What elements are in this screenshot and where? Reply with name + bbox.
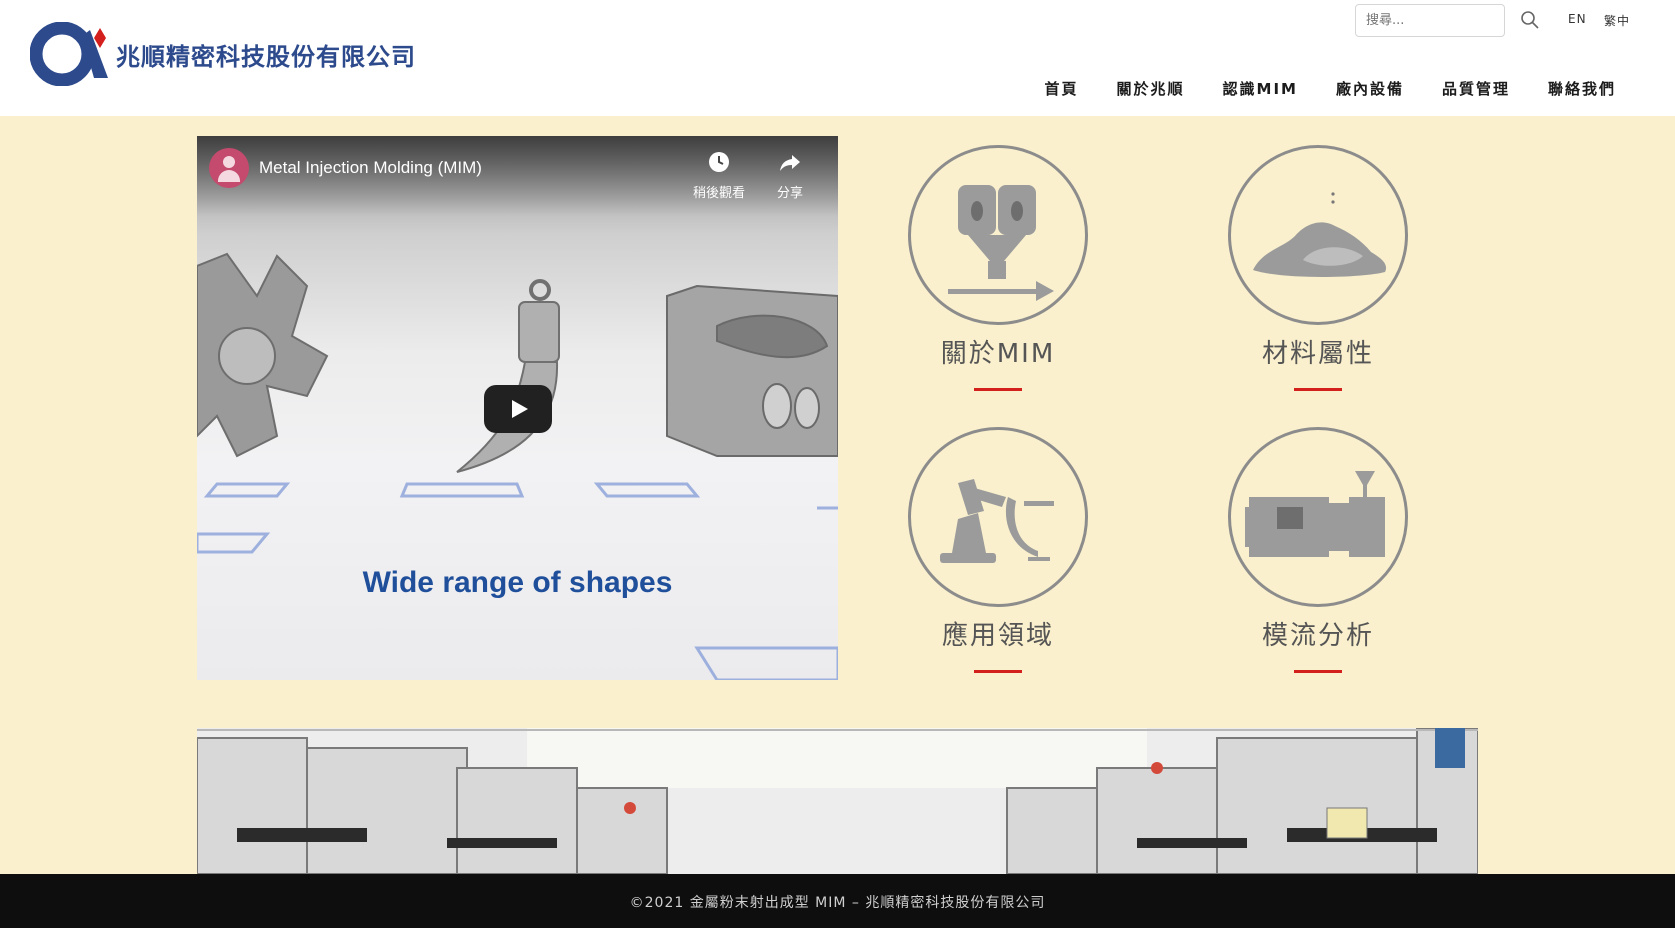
factory-scene <box>197 728 1478 874</box>
channel-avatar[interactable] <box>209 148 249 188</box>
nav-item-home[interactable]: 首頁 <box>1044 78 1078 99</box>
tile-underline <box>1294 388 1342 391</box>
nav-item-contact[interactable]: 聯絡我們 <box>1548 78 1616 99</box>
logo-mark-icon <box>30 22 108 86</box>
tile-underline <box>1294 670 1342 673</box>
injection-machine-icon <box>948 185 1054 301</box>
tile-underline <box>974 388 1022 391</box>
watch-later-label: 稍後觀看 <box>692 186 745 201</box>
main-nav: 首頁 關於兆順 認識MIM 廠內設備 品質管理 聯絡我們 <box>1044 78 1675 99</box>
tile-icon-frame <box>1228 427 1408 607</box>
tile-label: 應用領域 <box>941 621 1054 651</box>
molding-machine-icon <box>1245 471 1385 557</box>
powder-pile-icon <box>1253 192 1387 277</box>
tile-icon-frame <box>908 145 1088 325</box>
watch-later-button[interactable]: 稍後觀看 <box>689 150 749 201</box>
search-icon[interactable] <box>1520 10 1540 30</box>
share-arrow-icon <box>780 155 800 171</box>
tile-mold-flow-analysis[interactable]: 模流分析 <box>1218 427 1418 673</box>
play-button[interactable] <box>484 385 552 433</box>
tile-label: 材料屬性 <box>1261 339 1374 369</box>
nav-item-mim[interactable]: 認識MIM <box>1223 78 1298 99</box>
tile-applications[interactable]: 應用領域 <box>898 427 1098 673</box>
tile-icon-frame <box>1228 145 1408 325</box>
video-caption: Wide range of shapes <box>362 566 673 599</box>
tile-underline <box>974 670 1022 673</box>
share-label: 分享 <box>776 186 803 201</box>
nav-item-equipment[interactable]: 廠內設備 <box>1336 78 1404 99</box>
nav-item-about[interactable]: 關於兆順 <box>1117 78 1185 99</box>
search-field[interactable] <box>1355 4 1505 37</box>
tile-label: 關於MIM <box>940 339 1056 369</box>
video-player[interactable]: Metal Injection Molding (MIM) 稍後觀看 分享 Wi… <box>197 136 838 680</box>
language-en-link[interactable]: EN <box>1568 12 1587 26</box>
copyright-text: ©2021 金屬粉末射出成型 MIM – 兆順精密科技股份有限公司 <box>629 895 1046 911</box>
tile-about-mim[interactable]: 關於MIM <box>898 145 1098 391</box>
video-title[interactable]: Metal Injection Molding (MIM) <box>259 158 482 178</box>
robot-arm-icon <box>940 479 1054 563</box>
search-input[interactable] <box>1356 5 1504 36</box>
site-footer: ©2021 金屬粉末射出成型 MIM – 兆順精密科技股份有限公司 <box>0 874 1675 928</box>
factory-photo <box>197 728 1478 874</box>
company-name: 兆順精密科技股份有限公司 <box>116 42 416 71</box>
clock-icon <box>709 152 729 172</box>
nav-item-quality[interactable]: 品質管理 <box>1442 78 1510 99</box>
site-header: 兆順精密科技股份有限公司 EN 繁中 首頁 關於兆順 認識MIM 廠內設備 品質… <box>0 0 1675 116</box>
share-button[interactable]: 分享 <box>760 150 820 201</box>
tile-icon-frame <box>908 427 1088 607</box>
tile-label: 模流分析 <box>1261 621 1374 651</box>
company-logo[interactable]: 兆順精密科技股份有限公司 <box>30 22 416 86</box>
tile-material-properties[interactable]: 材料屬性 <box>1218 145 1418 391</box>
language-zh-link[interactable]: 繁中 <box>1604 12 1630 29</box>
